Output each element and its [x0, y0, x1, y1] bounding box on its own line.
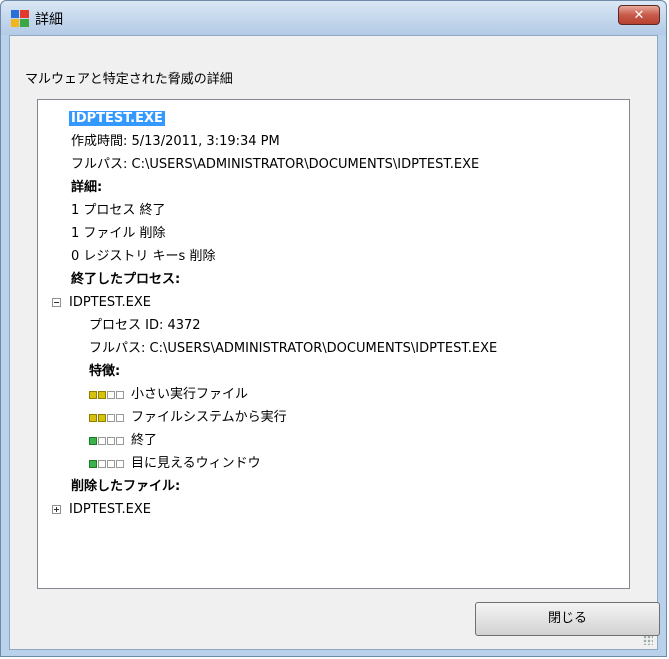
avg-logo-icon: [11, 10, 29, 27]
severity-indicator: [89, 414, 124, 422]
summary-processes: 1 プロセス 終了: [71, 203, 166, 218]
close-icon: ✕: [633, 8, 645, 23]
process-tree-node[interactable]: IDPTEST.EXE: [52, 294, 151, 312]
expand-icon[interactable]: [52, 505, 61, 514]
deleted-file-tree-node[interactable]: IDPTEST.EXE: [52, 501, 151, 519]
process-fullpath: フルパス: C:\USERS\ADMINISTRATOR\DOCUMENTS\I…: [89, 341, 498, 356]
dialog-subtitle: マルウェアと特定された脅威の詳細: [25, 72, 233, 87]
summary-files: 1 ファイル 削除: [71, 226, 166, 241]
summary-registry: 0 レジストリ キーs 削除: [71, 249, 216, 264]
severity-indicator: [89, 437, 124, 445]
collapse-icon[interactable]: [52, 298, 61, 307]
dialog-body: マルウェアと特定された脅威の詳細 IDPTEST.EXE 作成時間: 5/13/…: [9, 35, 660, 650]
window-close-button[interactable]: ✕: [618, 5, 660, 25]
trait-item: 小さい実行ファイル: [89, 386, 248, 404]
severity-indicator: [89, 460, 124, 468]
process-name: IDPTEST.EXE: [69, 295, 151, 310]
selected-file-name[interactable]: IDPTEST.EXE: [69, 111, 165, 126]
trait-item: ファイルシステムから実行: [89, 409, 287, 427]
process-id: プロセス ID: 4372: [89, 318, 201, 333]
trait-item: 終了: [89, 432, 157, 450]
details-window: 詳細 ✕ マルウェアと特定された脅威の詳細 IDPTEST.EXE 作成時間: …: [0, 0, 667, 657]
terminated-heading: 終了したプロセス:: [71, 272, 181, 287]
details-panel[interactable]: IDPTEST.EXE 作成時間: 5/13/2011, 3:19:34 PM …: [37, 99, 630, 589]
deleted-file-name: IDPTEST.EXE: [69, 502, 151, 517]
created-time: 作成時間: 5/13/2011, 3:19:34 PM: [71, 134, 280, 149]
resize-grip-icon[interactable]: [643, 635, 653, 645]
title-bar[interactable]: 詳細 ✕: [1, 1, 666, 35]
deleted-heading: 削除したファイル:: [71, 479, 181, 494]
file-fullpath: フルパス: C:\USERS\ADMINISTRATOR\DOCUMENTS\I…: [71, 157, 480, 172]
traits-heading: 特徴:: [89, 364, 121, 379]
window-title: 詳細: [35, 12, 63, 28]
severity-indicator: [89, 391, 124, 399]
close-button[interactable]: 閉じる: [475, 602, 660, 636]
details-heading: 詳細:: [71, 180, 103, 195]
trait-item: 目に見えるウィンドウ: [89, 455, 261, 473]
